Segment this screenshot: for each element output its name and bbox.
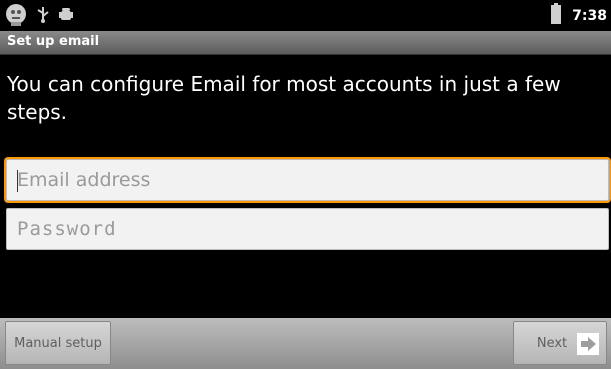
manual-setup-label: Manual setup <box>14 335 102 351</box>
manual-setup-button[interactable]: Manual setup <box>5 321 111 365</box>
next-button[interactable]: Next <box>513 321 607 365</box>
page-title: Set up email <box>7 34 100 49</box>
title-bar: Set up email <box>0 31 611 55</box>
status-right: 7:38 <box>550 2 607 29</box>
email-input[interactable] <box>7 160 608 200</box>
password-input[interactable] <box>7 209 608 249</box>
text-caret <box>17 170 18 192</box>
button-bar: Manual setup Next <box>0 318 611 369</box>
email-field[interactable] <box>6 159 609 201</box>
password-field[interactable] <box>6 208 609 250</box>
android-robot-icon <box>4 2 28 30</box>
clock: 7:38 <box>572 7 607 24</box>
debug-android-icon <box>58 6 74 26</box>
status-bar: 7:38 <box>0 0 611 31</box>
arrow-right-icon <box>577 333 599 355</box>
battery-icon <box>550 2 562 29</box>
next-label: Next <box>536 335 568 351</box>
usb-icon <box>36 5 50 27</box>
intro-text: You can configure Email for most account… <box>7 72 561 124</box>
status-left-icons <box>4 3 74 28</box>
